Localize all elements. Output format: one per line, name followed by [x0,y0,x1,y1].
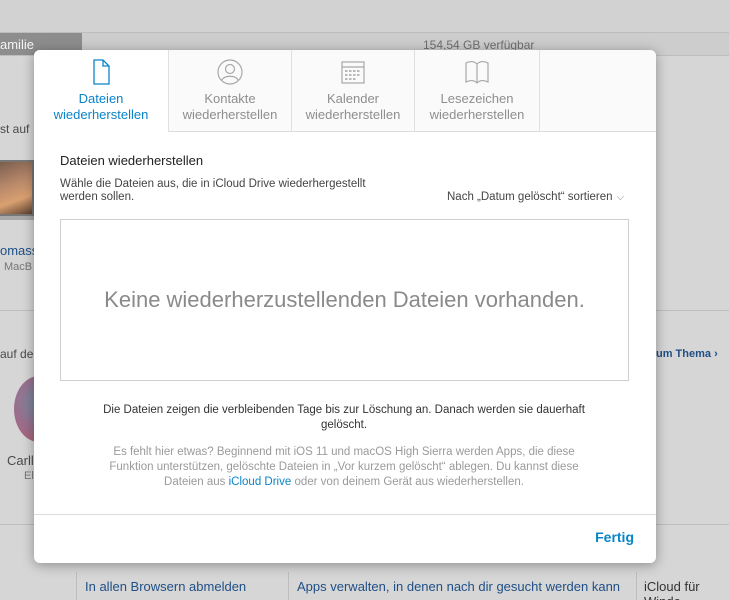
chevron-right-icon: › [714,348,718,360]
background-header [0,0,729,32]
restore-tabbar: Dateien wiederherstellen Kontakte wieder… [34,50,656,132]
tab-restore-bookmarks[interactable]: Lesezeichen wiederherstellen [415,50,540,132]
document-icon [93,59,110,85]
tab-label-line: wiederherstellen [305,107,401,122]
tab-restore-files[interactable]: Dateien wiederherstellen [34,50,169,132]
contact-icon [217,59,243,85]
dialog-instructions: Wähle die Dateien aus, die in iCloud Dri… [60,178,366,203]
laptop-base [0,216,36,220]
tab-label-line: wiederherstellen [53,107,149,122]
done-button[interactable]: Fertig [595,529,634,545]
storage-used-label: amilie [0,37,34,52]
dialog-footer: Fertig [34,514,656,563]
empty-state-message: Keine wiederherzustellenden Dateien vorh… [104,287,585,312]
help-hint: Es fehlt hier etwas? Beginnend mit iOS 1… [94,445,594,490]
footer-separator [288,572,289,600]
tab-label-line: Kalender [326,91,380,106]
icloud-drive-link[interactable]: iCloud Drive [229,476,292,488]
sort-dropdown-label: Nach „Datum gelöscht“ sortieren [447,191,613,203]
tab-label-line: wiederherstellen [182,107,278,122]
tab-label: Dateien wiederherstellen [34,91,168,123]
device-model: MacB [4,261,33,273]
bookmark-icon [465,61,489,84]
tab-restore-calendars[interactable]: Kalender wiederherstellen [292,50,415,132]
family-section-heading: auf de [0,347,34,361]
restore-files-dialog: Dateien wiederherstellen Kontakte wieder… [34,50,656,563]
device-name: omass [0,243,39,258]
chevron-down-icon: ⌵ [616,192,625,203]
calendar-icon [341,61,365,84]
topic-link-label: um Thema [656,348,712,360]
tab-restore-contacts[interactable]: Kontakte wiederherstellen [169,50,292,132]
topic-link: um Thema › [656,348,718,360]
tab-label: Kontakte wiederherstellen [169,91,291,123]
deleted-files-list: Keine wiederherzustellenden Dateien vorh… [60,219,629,381]
sort-dropdown[interactable]: Nach „Datum gelöscht“ sortieren ⌵ [447,191,624,203]
footer-link-windows: iCloud für Windo [644,579,700,600]
footer-link-sign-out: In allen Browsern abmelden [85,579,247,594]
footer-link-manage-apps: Apps verwalten, in denen nach dir gesuch… [297,579,621,594]
devices-section-heading: st auf [0,122,30,136]
tab-label-line: Dateien [78,91,124,106]
help-hint-text: oder von deinem Gerät aus wiederherstell… [291,476,524,488]
tab-label-line: Kontakte [204,91,256,106]
tab-label-line: wiederherstellen [429,107,525,122]
member-role: El [24,470,34,482]
dialog-section-title: Dateien wiederherstellen [60,153,204,168]
retention-note: Die Dateien zeigen die verbleibenden Tag… [103,404,585,431]
tab-label: Kalender wiederherstellen [292,91,414,123]
member-name: Carll [7,453,34,468]
tab-label: Lesezeichen wiederherstellen [415,91,539,123]
laptop-image [0,160,34,216]
footer-separator [636,572,637,600]
footer-separator [76,572,77,600]
tab-label-line: Lesezeichen [440,91,514,106]
